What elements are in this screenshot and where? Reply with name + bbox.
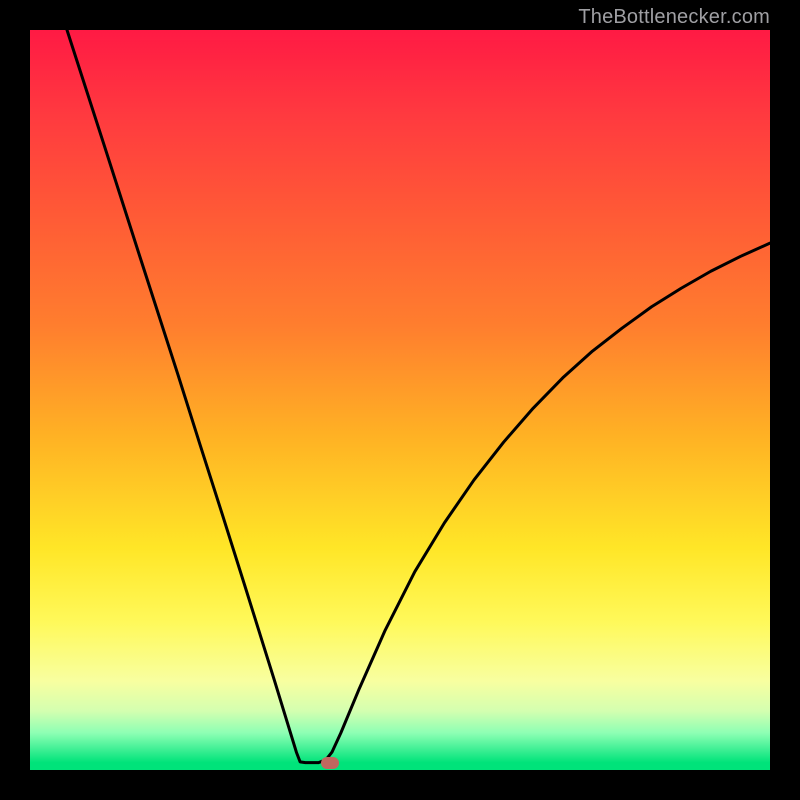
chart-frame: TheBottlenecker.com xyxy=(0,0,800,800)
bottleneck-curve xyxy=(67,30,770,763)
curve-svg xyxy=(30,30,770,770)
plot-area xyxy=(30,30,770,770)
minimum-marker xyxy=(321,757,339,769)
watermark-text: TheBottlenecker.com xyxy=(578,6,770,29)
